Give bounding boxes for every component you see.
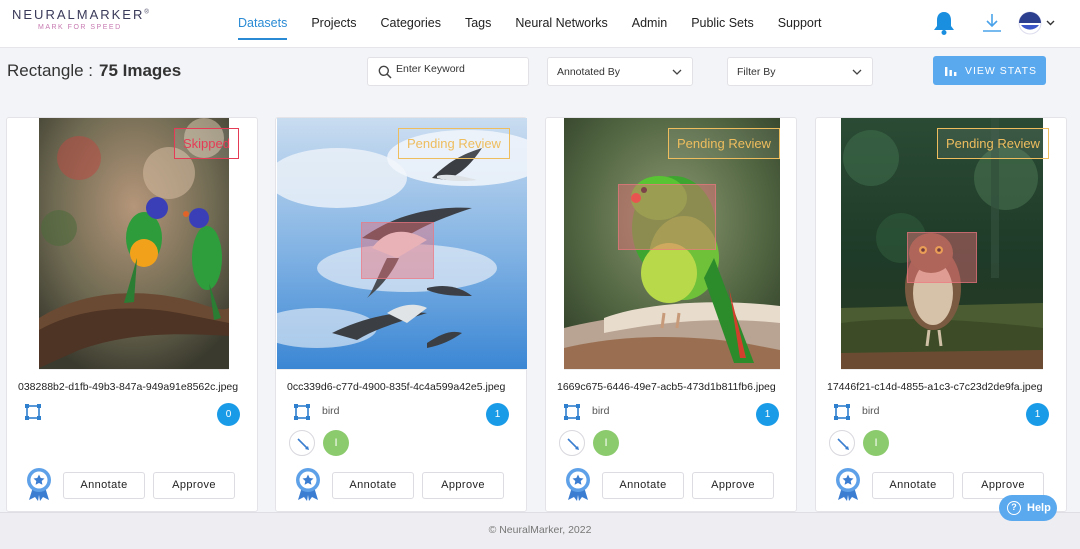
- nav-projects[interactable]: Projects: [299, 0, 368, 48]
- copyright-text: © NeuralMarker, 2022: [488, 524, 592, 536]
- approve-button[interactable]: Approve: [153, 472, 235, 499]
- award-badge-icon: [836, 468, 860, 501]
- image-filename: 038288b2-d1fb-49b3-847a-949a91e8562c.jpe…: [18, 381, 239, 393]
- rectangle-shape-icon: [834, 404, 850, 420]
- search-input[interactable]: [396, 63, 524, 75]
- annotate-button[interactable]: Annotate: [872, 472, 954, 499]
- image-filename: 17446f21-c14d-4855-a1c3-c7c23d2de9fa.jpe…: [827, 381, 1043, 393]
- annotation-count-badge: 1: [1026, 403, 1049, 426]
- status-badge: Pending Review: [937, 128, 1049, 159]
- nav-categories[interactable]: Categories: [369, 0, 453, 48]
- search-box[interactable]: [367, 57, 529, 86]
- bell-icon[interactable]: [932, 10, 956, 36]
- annotation-tool-button[interactable]: [829, 430, 855, 456]
- page-title: Rectangle :75 Images: [7, 61, 182, 80]
- annotation-bounding-box[interactable]: [907, 232, 977, 283]
- view-stats-button[interactable]: VIEW STATS: [933, 56, 1046, 85]
- brush-tool-icon: [837, 438, 849, 450]
- nav-neural-networks[interactable]: Neural Networks: [503, 0, 619, 48]
- status-badge: Pending Review: [398, 128, 510, 159]
- nav-public-sets[interactable]: Public Sets: [679, 0, 766, 48]
- annotation-count-badge: 1: [756, 403, 779, 426]
- annotation-tool-button[interactable]: [559, 430, 585, 456]
- bar-chart-icon: [945, 67, 957, 76]
- annotate-button[interactable]: Annotate: [332, 472, 414, 499]
- image-card[interactable]: Pending Review 17446f21-c14d-4855-a1c3-c…: [815, 117, 1067, 512]
- annotated-by-select[interactable]: Annotated By: [547, 57, 693, 86]
- image-card[interactable]: Skipped 038288b2-d1fb-49b3-847a-949a91e8…: [6, 117, 258, 512]
- image-filename: 0cc339d6-c77d-4900-835f-4c4a599a42e5.jpe…: [287, 381, 506, 393]
- brush-tool-icon: [567, 438, 579, 450]
- status-badge: Skipped: [174, 128, 239, 159]
- image-card[interactable]: Pending Review 0cc339d6-c77d-4900-835f-4…: [275, 117, 527, 512]
- annotation-bounding-box[interactable]: [361, 222, 434, 279]
- rectangle-shape-icon: [564, 404, 580, 420]
- rectangle-shape-icon: [25, 404, 41, 420]
- toolbar: Rectangle :75 Images Annotated By Filter…: [0, 48, 1080, 110]
- award-badge-icon: [296, 468, 320, 501]
- award-badge-icon: [566, 468, 590, 501]
- image-count: 75 Images: [99, 61, 182, 80]
- help-button[interactable]: ? Help: [999, 495, 1057, 521]
- nav-datasets[interactable]: Datasets: [226, 0, 299, 48]
- annotation-tool-button[interactable]: [289, 430, 315, 456]
- award-badge-icon: [27, 468, 51, 501]
- rectangle-shape-icon: [294, 404, 310, 420]
- annotation-count-badge: 1: [486, 403, 509, 426]
- top-header: NEURALMARKER® MARK FOR SPEED Datasets Pr…: [0, 0, 1080, 48]
- annotation-count-badge: 0: [217, 403, 240, 426]
- status-badge: Pending Review: [668, 128, 780, 159]
- annotate-button[interactable]: Annotate: [602, 472, 684, 499]
- annotator-avatar[interactable]: I: [863, 430, 889, 456]
- approve-button[interactable]: Approve: [422, 472, 504, 499]
- annotation-label: bird: [322, 405, 340, 417]
- trademark: ®: [144, 9, 151, 16]
- nav-support[interactable]: Support: [766, 0, 834, 48]
- annotation-label: bird: [862, 405, 880, 417]
- image-filename: 1669c675-6446-49e7-acb5-473d1b811fb6.jpe…: [557, 381, 776, 393]
- approve-button[interactable]: Approve: [692, 472, 774, 499]
- annotator-avatar[interactable]: I: [323, 430, 349, 456]
- footer: © NeuralMarker, 2022: [0, 512, 1080, 549]
- annotate-button[interactable]: Annotate: [63, 472, 145, 499]
- brand-logo[interactable]: NEURALMARKER® MARK FOR SPEED: [12, 7, 151, 31]
- annotation-label: bird: [592, 405, 610, 417]
- main-nav: Datasets Projects Categories Tags Neural…: [226, 0, 834, 48]
- chevron-down-icon: [1046, 20, 1055, 26]
- filter-by-select[interactable]: Filter By: [727, 57, 873, 86]
- annotation-bounding-box[interactable]: [618, 184, 716, 250]
- nav-admin[interactable]: Admin: [620, 0, 679, 48]
- chevron-down-icon: [672, 69, 682, 75]
- brand-tagline: MARK FOR SPEED: [38, 24, 122, 31]
- image-card[interactable]: Pending Review 1669c675-6446-49e7-acb5-4…: [545, 117, 797, 512]
- nav-tags[interactable]: Tags: [453, 0, 503, 48]
- user-avatar-icon[interactable]: [1018, 11, 1056, 35]
- chevron-down-icon: [852, 69, 862, 75]
- brand-name: NEURALMARKER: [12, 7, 145, 22]
- download-icon[interactable]: [980, 11, 1004, 35]
- help-icon: ?: [1007, 501, 1021, 515]
- brush-tool-icon: [297, 438, 309, 450]
- annotator-avatar[interactable]: I: [593, 430, 619, 456]
- search-icon: [378, 65, 392, 79]
